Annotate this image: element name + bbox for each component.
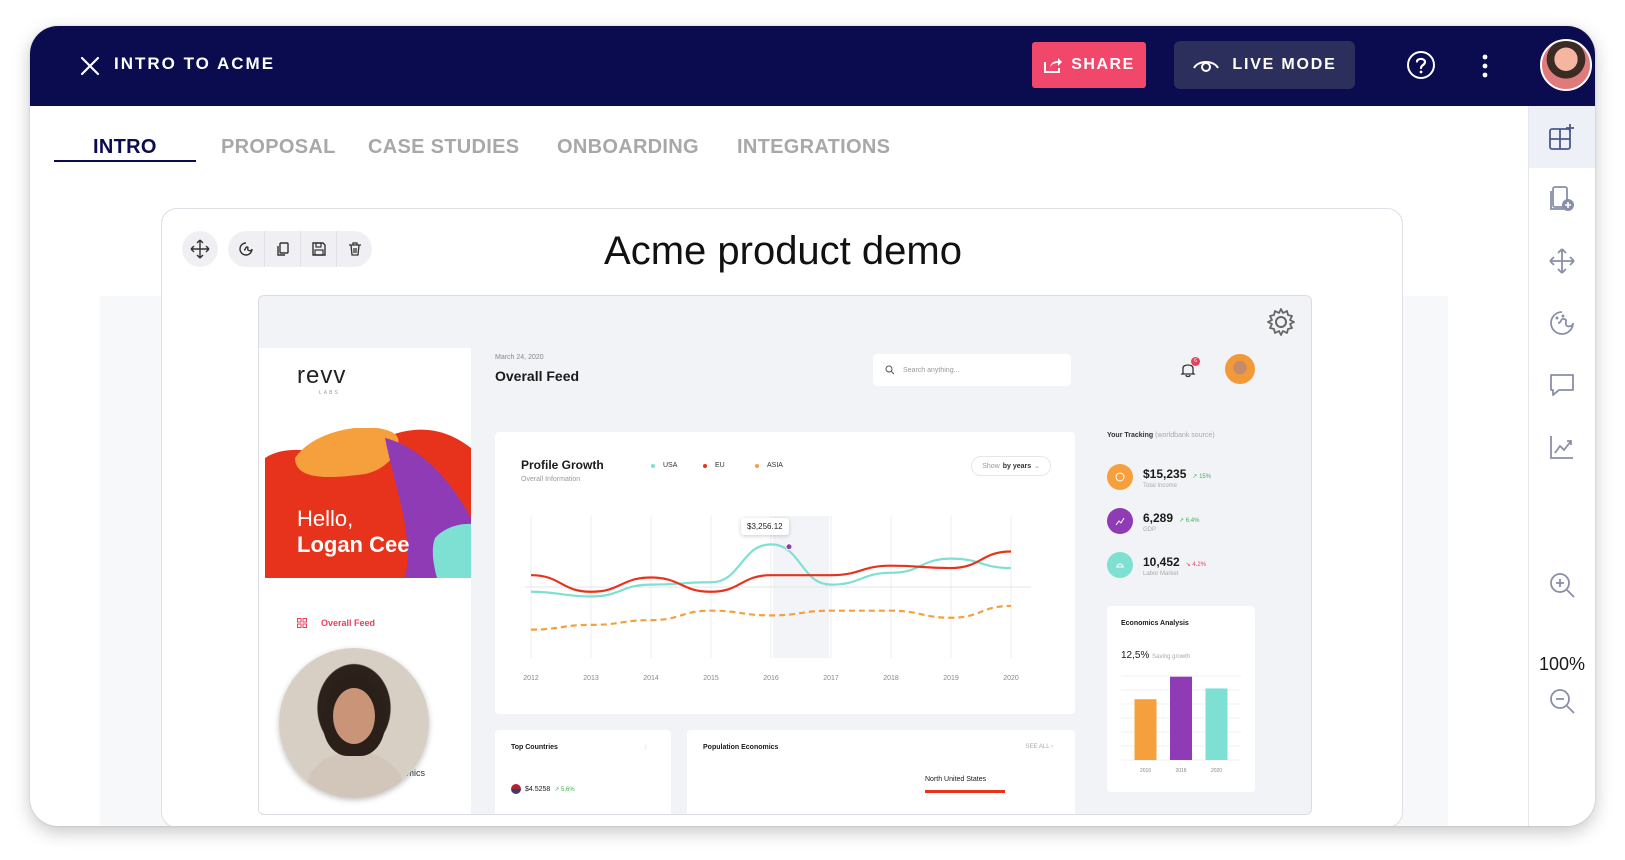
- country-row: $4.5258 ↗ 5.6%: [511, 784, 575, 794]
- bar-label: 2020: [1211, 768, 1222, 774]
- tab-onboarding[interactable]: ONBOARDING: [557, 136, 699, 159]
- presenter-video[interactable]: [279, 648, 429, 798]
- presentation-title: INTRO TO ACME: [114, 54, 276, 73]
- dashboard-sidebar: revv LABS Hello, Logan Cee Overall Feed: [259, 348, 471, 814]
- see-all-link[interactable]: SEE ALL ›: [1026, 744, 1053, 750]
- population-label: North United States: [925, 776, 987, 783]
- bar-2018: [1170, 676, 1192, 760]
- comment-icon[interactable]: [1529, 354, 1595, 416]
- tab-case-studies[interactable]: CASE STUDIES: [368, 136, 519, 159]
- demo-block: Acme product demo revv LABS Hello, Logan…: [161, 208, 1403, 826]
- top-countries-panel: Top Countries ⋮ $4.5258 ↗ 5.6%: [495, 730, 671, 814]
- nav-overall-feed[interactable]: Overall Feed: [297, 618, 375, 628]
- active-tab-indicator: [54, 160, 196, 162]
- population-panel: Population Economics SEE ALL › North Uni…: [687, 730, 1075, 814]
- flag-icon: [511, 784, 521, 794]
- right-toolbar: 100%: [1528, 106, 1595, 826]
- x-tick-label: 2015: [703, 675, 719, 682]
- revv-logo: revv LABS: [297, 362, 347, 396]
- economics-panel: Economics Analysis 12,5% Saving growth 2…: [1107, 606, 1255, 792]
- move-icon[interactable]: [1529, 230, 1595, 292]
- bar-label: 2018: [1175, 768, 1186, 774]
- top-bar: INTRO TO ACME SHARE LIVE MODE: [30, 26, 1595, 106]
- bar-label: 2016: [1140, 768, 1151, 774]
- tracking-item-gdp: 6,289 ↗ 6.4% GDP: [1107, 508, 1199, 534]
- population-bar: [925, 790, 1005, 793]
- feed-title: Overall Feed: [495, 368, 580, 384]
- x-tick-label: 2014: [643, 675, 659, 682]
- top-countries-title: Top Countries: [511, 744, 558, 751]
- economics-bar-chart: 2016 2018 2020: [1121, 675, 1241, 774]
- share-button[interactable]: SHARE: [1032, 42, 1146, 88]
- dashboard-search-input[interactable]: Search anything...: [873, 354, 1071, 386]
- share-label: SHARE: [1071, 56, 1135, 73]
- zoom-out-icon[interactable]: [1529, 670, 1595, 732]
- tooltip-marker: [785, 543, 793, 551]
- x-tick-label: 2017: [823, 675, 839, 682]
- x-tick-label: 2019: [943, 675, 959, 682]
- population-title: Population Economics: [703, 744, 779, 751]
- help-icon[interactable]: [1406, 50, 1436, 80]
- x-tick-label: 2020: [1003, 675, 1019, 682]
- more-options-icon[interactable]: [1480, 52, 1490, 80]
- palette-icon[interactable]: [1529, 292, 1595, 354]
- hello-greeting: Hello, Logan Cee: [297, 506, 410, 557]
- block-title: Acme product demo: [604, 229, 962, 273]
- tab-intro[interactable]: INTRO: [93, 136, 157, 159]
- user-avatar[interactable]: [1540, 39, 1592, 91]
- tab-proposal[interactable]: PROPOSAL: [221, 136, 336, 159]
- income-icon: [1107, 464, 1133, 490]
- gdp-icon: [1107, 508, 1133, 534]
- tracking-item-labor: 10,452 ↘ 4.2% Labor Market: [1107, 552, 1206, 578]
- notification-badge: 6: [1191, 357, 1200, 366]
- live-mode-button[interactable]: LIVE MODE: [1174, 41, 1355, 89]
- x-tick-label: 2012: [523, 675, 539, 682]
- live-mode-label: LIVE MODE: [1232, 56, 1337, 73]
- labor-icon: [1107, 552, 1133, 578]
- settings-gear-icon[interactable]: [1265, 306, 1297, 338]
- zoom-in-icon[interactable]: [1529, 554, 1595, 616]
- bar-2016: [1134, 699, 1157, 760]
- dashboard-avatar[interactable]: [1225, 354, 1255, 384]
- bar-2020: [1205, 688, 1228, 760]
- hello-banner: Hello, Logan Cee: [265, 428, 471, 578]
- profile-growth-chart: 2012 2013 2014 2015 2016 2017 2018 2019 2020: [523, 516, 1031, 682]
- tracking-title: Your Tracking (worldbank source): [1107, 432, 1215, 439]
- more-icon[interactable]: ⋮: [643, 744, 649, 751]
- feed-date: March 24, 2020: [495, 354, 544, 361]
- embedded-dashboard[interactable]: revv LABS Hello, Logan Cee Overall Feed …: [258, 295, 1312, 815]
- close-icon[interactable]: [78, 54, 102, 78]
- share-icon: [1044, 58, 1063, 73]
- chart-tooltip: $3,256.12: [741, 518, 789, 535]
- eye-icon: [1193, 61, 1220, 72]
- x-tick-label: 2013: [583, 675, 599, 682]
- grid-icon: [297, 618, 307, 628]
- tracking-item-income: $15,235 ↗ 15% Total Income: [1107, 464, 1211, 490]
- search-icon: [885, 365, 895, 375]
- add-page-icon[interactable]: [1529, 168, 1595, 230]
- analytics-icon[interactable]: [1529, 416, 1595, 478]
- x-tick-label: 2018: [883, 675, 899, 682]
- tab-integrations[interactable]: INTEGRATIONS: [737, 136, 890, 159]
- app-window: INTRO TO ACME SHARE LIVE MODE INTRO PROP…: [30, 26, 1595, 826]
- add-block-icon[interactable]: [1529, 106, 1595, 168]
- x-tick-label: 2016: [763, 675, 779, 682]
- profile-growth-panel: Profile Growth Overall Information USA E…: [495, 432, 1075, 714]
